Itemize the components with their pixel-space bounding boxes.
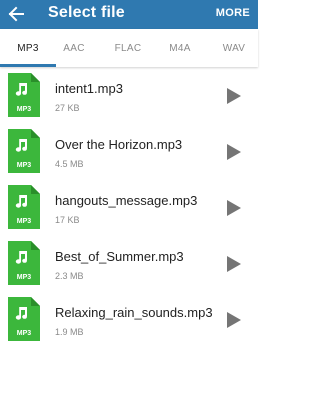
play-icon (227, 200, 241, 216)
page-title: Select file (48, 4, 125, 21)
file-name: Best_of_Summer.mp3 (55, 249, 184, 264)
list-item[interactable]: MP3 hangouts_message.mp3 17 KB (0, 179, 258, 235)
play-button[interactable] (222, 140, 246, 164)
more-button[interactable]: MORE (216, 7, 250, 19)
mp3-file-icon: MP3 (8, 73, 40, 117)
tab-mp3[interactable]: MP3 (0, 29, 56, 67)
file-type-badge: MP3 (17, 162, 32, 169)
tab-aac[interactable]: AAC (56, 29, 92, 67)
file-size: 2.3 MB (55, 271, 84, 281)
mp3-file-icon: MP3 (8, 185, 40, 229)
tab-flac[interactable]: FLAC (108, 29, 148, 67)
file-type-badge: MP3 (17, 330, 32, 337)
list-item[interactable]: MP3 Best_of_Summer.mp3 2.3 MB (0, 235, 258, 291)
play-icon (227, 256, 241, 272)
file-size: 17 KB (55, 215, 80, 225)
file-name: Relaxing_rain_sounds.mp3 (55, 305, 213, 320)
list-item[interactable]: MP3 Over the Horizon.mp3 4.5 MB (0, 123, 258, 179)
back-button[interactable] (4, 2, 28, 26)
format-tabs: MP3 AAC FLAC M4A WAV (0, 29, 258, 67)
play-icon (227, 312, 241, 328)
play-icon (227, 88, 241, 104)
mp3-file-icon: MP3 (8, 129, 40, 173)
tab-m4a[interactable]: M4A (160, 29, 200, 67)
file-size: 1.9 MB (55, 327, 84, 337)
play-button[interactable] (222, 252, 246, 276)
file-type-badge: MP3 (17, 218, 32, 225)
tab-wav[interactable]: WAV (214, 29, 254, 67)
mp3-file-icon: MP3 (8, 241, 40, 285)
file-type-badge: MP3 (17, 274, 32, 281)
tab-label: FLAC (114, 42, 142, 54)
app-bar: Select file MORE (0, 0, 258, 29)
mp3-file-icon: MP3 (8, 297, 40, 341)
tab-label: M4A (169, 42, 191, 54)
play-button[interactable] (222, 84, 246, 108)
list-item[interactable]: MP3 Relaxing_rain_sounds.mp3 1.9 MB (0, 291, 258, 347)
play-button[interactable] (222, 308, 246, 332)
file-name: hangouts_message.mp3 (55, 193, 198, 208)
list-item[interactable]: MP3 intent1.mp3 27 KB (0, 67, 258, 123)
file-size: 27 KB (55, 103, 80, 113)
file-type-badge: MP3 (17, 106, 32, 113)
play-button[interactable] (222, 196, 246, 220)
file-name: Over the Horizon.mp3 (55, 137, 183, 152)
arrow-left-icon (8, 6, 24, 22)
file-name: intent1.mp3 (55, 81, 123, 96)
play-icon (227, 144, 241, 160)
tab-label: AAC (63, 42, 85, 54)
file-size: 4.5 MB (55, 159, 84, 169)
tab-label: WAV (222, 42, 246, 54)
tab-label: MP3 (17, 42, 39, 54)
